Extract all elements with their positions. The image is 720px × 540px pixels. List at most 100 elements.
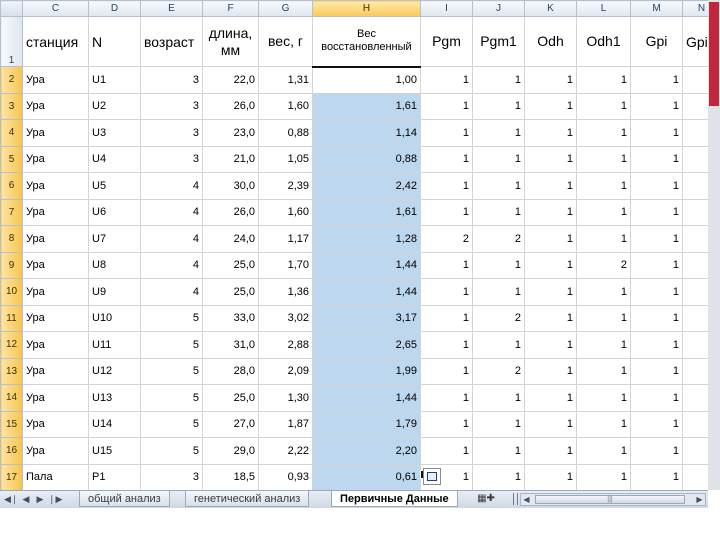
cell-length[interactable]: 28,0 (202, 357, 259, 385)
cell-empty[interactable] (682, 251, 708, 279)
cell-pgm[interactable]: 1 (420, 331, 473, 359)
cell-odh[interactable]: 1 (524, 225, 577, 253)
cell-restored-weight[interactable]: 2,42 (312, 172, 421, 200)
cell-empty[interactable] (682, 66, 708, 94)
cell-odh[interactable]: 1 (524, 384, 577, 412)
column-header-c[interactable]: C (22, 0, 89, 17)
column-header-h[interactable]: H (312, 0, 421, 17)
cell-pgm1[interactable]: 1 (472, 410, 525, 438)
cell-pgm1[interactable]: 1 (472, 92, 525, 120)
cell-station[interactable]: Ура (22, 304, 89, 332)
header-cell-n[interactable]: N (88, 16, 141, 67)
cell-weight[interactable]: 1,60 (258, 198, 313, 226)
row-header[interactable]: 16 (0, 437, 23, 465)
cell-gpi[interactable]: 1 (630, 463, 683, 490)
cell-age[interactable]: 3 (140, 92, 203, 120)
prev-sheet-icon[interactable]: ◀ (20, 493, 32, 505)
header-cell-station[interactable]: станция (22, 16, 89, 67)
cell-gpi[interactable]: 1 (630, 66, 683, 94)
cell-age[interactable]: 3 (140, 145, 203, 173)
cell-pgm[interactable]: 1 (420, 145, 473, 173)
cell-age[interactable]: 5 (140, 437, 203, 465)
insert-sheet-icon[interactable]: ▦✚ (473, 492, 499, 506)
cell-id[interactable]: U7 (88, 225, 141, 253)
cell-empty[interactable] (682, 145, 708, 173)
row-header[interactable]: 1 (0, 16, 23, 67)
cell-restored-weight[interactable]: 1,00 (312, 65, 421, 94)
cell-station[interactable]: Ура (22, 92, 89, 120)
cell-pgm1[interactable]: 1 (472, 66, 525, 94)
cell-odh[interactable]: 1 (524, 119, 577, 147)
cell-station[interactable]: Ура (22, 66, 89, 94)
cell-restored-weight[interactable]: 1,14 (312, 119, 421, 147)
cell-station[interactable]: Пала (22, 463, 89, 490)
cell-empty[interactable] (682, 92, 708, 120)
cell-odh[interactable]: 1 (524, 172, 577, 200)
cell-age[interactable]: 5 (140, 331, 203, 359)
cell-length[interactable]: 27,0 (202, 410, 259, 438)
cell-empty[interactable] (682, 172, 708, 200)
first-sheet-icon[interactable]: ◀❘ (4, 493, 18, 505)
cell-age[interactable]: 5 (140, 384, 203, 412)
cell-pgm[interactable]: 1 (420, 384, 473, 412)
cell-restored-weight[interactable]: 1,28 (312, 225, 421, 253)
cell-weight[interactable]: 1,05 (258, 145, 313, 173)
cell-age[interactable]: 3 (140, 66, 203, 94)
sheet-tab-primary-data[interactable]: Первичные Данные (331, 491, 458, 507)
cell-odh1[interactable]: 1 (576, 304, 631, 332)
cell-id[interactable]: U14 (88, 410, 141, 438)
cell-age[interactable]: 3 (140, 463, 203, 490)
cell-odh[interactable]: 1 (524, 66, 577, 94)
cell-weight[interactable]: 1,30 (258, 384, 313, 412)
cell-gpi[interactable]: 1 (630, 304, 683, 332)
cell-restored-weight[interactable]: 2,20 (312, 437, 421, 465)
header-cell-restored-weight[interactable]: Вес восстановленный (312, 16, 421, 67)
cell-age[interactable]: 4 (140, 251, 203, 279)
cell-empty[interactable] (682, 304, 708, 332)
sheet-tab-general-analysis[interactable]: общий анализ (79, 491, 170, 507)
cell-restored-weight[interactable]: 2,65 (312, 331, 421, 359)
cell-weight[interactable]: 1,87 (258, 410, 313, 438)
row-header[interactable]: 11 (0, 304, 23, 332)
vertical-scroll-thumb[interactable] (709, 2, 719, 106)
cell-id[interactable]: U4 (88, 145, 141, 173)
cell-odh[interactable]: 1 (524, 198, 577, 226)
cell-weight[interactable]: 3,02 (258, 304, 313, 332)
column-header-n[interactable]: N (682, 0, 708, 17)
row-header[interactable]: 9 (0, 251, 23, 279)
cell-odh1[interactable]: 1 (576, 66, 631, 94)
cell-weight[interactable]: 2,22 (258, 437, 313, 465)
cell-empty[interactable] (682, 225, 708, 253)
cell-gpi[interactable]: 1 (630, 331, 683, 359)
cell-length[interactable]: 31,0 (202, 331, 259, 359)
header-cell-odh1[interactable]: Odh1 (576, 16, 631, 67)
cell-length[interactable]: 24,0 (202, 225, 259, 253)
cell-pgm1[interactable]: 1 (472, 198, 525, 226)
header-cell-pgm1[interactable]: Pgm1 (472, 16, 525, 67)
cell-odh1[interactable]: 1 (576, 119, 631, 147)
cell-length[interactable]: 26,0 (202, 198, 259, 226)
cell-id[interactable]: U5 (88, 172, 141, 200)
cell-weight[interactable]: 1,36 (258, 278, 313, 306)
cell-length[interactable]: 29,0 (202, 437, 259, 465)
cell-empty[interactable] (682, 331, 708, 359)
select-all-corner[interactable] (0, 0, 23, 17)
cell-odh1[interactable]: 1 (576, 463, 631, 490)
cell-pgm1[interactable]: 2 (472, 357, 525, 385)
cell-odh1[interactable]: 2 (576, 251, 631, 279)
cell-pgm[interactable]: 1 (420, 198, 473, 226)
column-header-d[interactable]: D (88, 0, 141, 17)
cell-odh1[interactable]: 1 (576, 384, 631, 412)
cell-empty[interactable] (682, 278, 708, 306)
cell-weight[interactable]: 1,70 (258, 251, 313, 279)
cell-age[interactable]: 4 (140, 278, 203, 306)
row-header[interactable]: 6 (0, 172, 23, 200)
column-header-f[interactable]: F (202, 0, 259, 17)
cell-odh1[interactable]: 1 (576, 92, 631, 120)
cell-pgm[interactable]: 1 (420, 437, 473, 465)
cell-id[interactable]: U13 (88, 384, 141, 412)
cell-odh[interactable]: 1 (524, 92, 577, 120)
cell-pgm1[interactable]: 1 (472, 463, 525, 490)
cell-station[interactable]: Ура (22, 410, 89, 438)
cell-odh[interactable]: 1 (524, 251, 577, 279)
